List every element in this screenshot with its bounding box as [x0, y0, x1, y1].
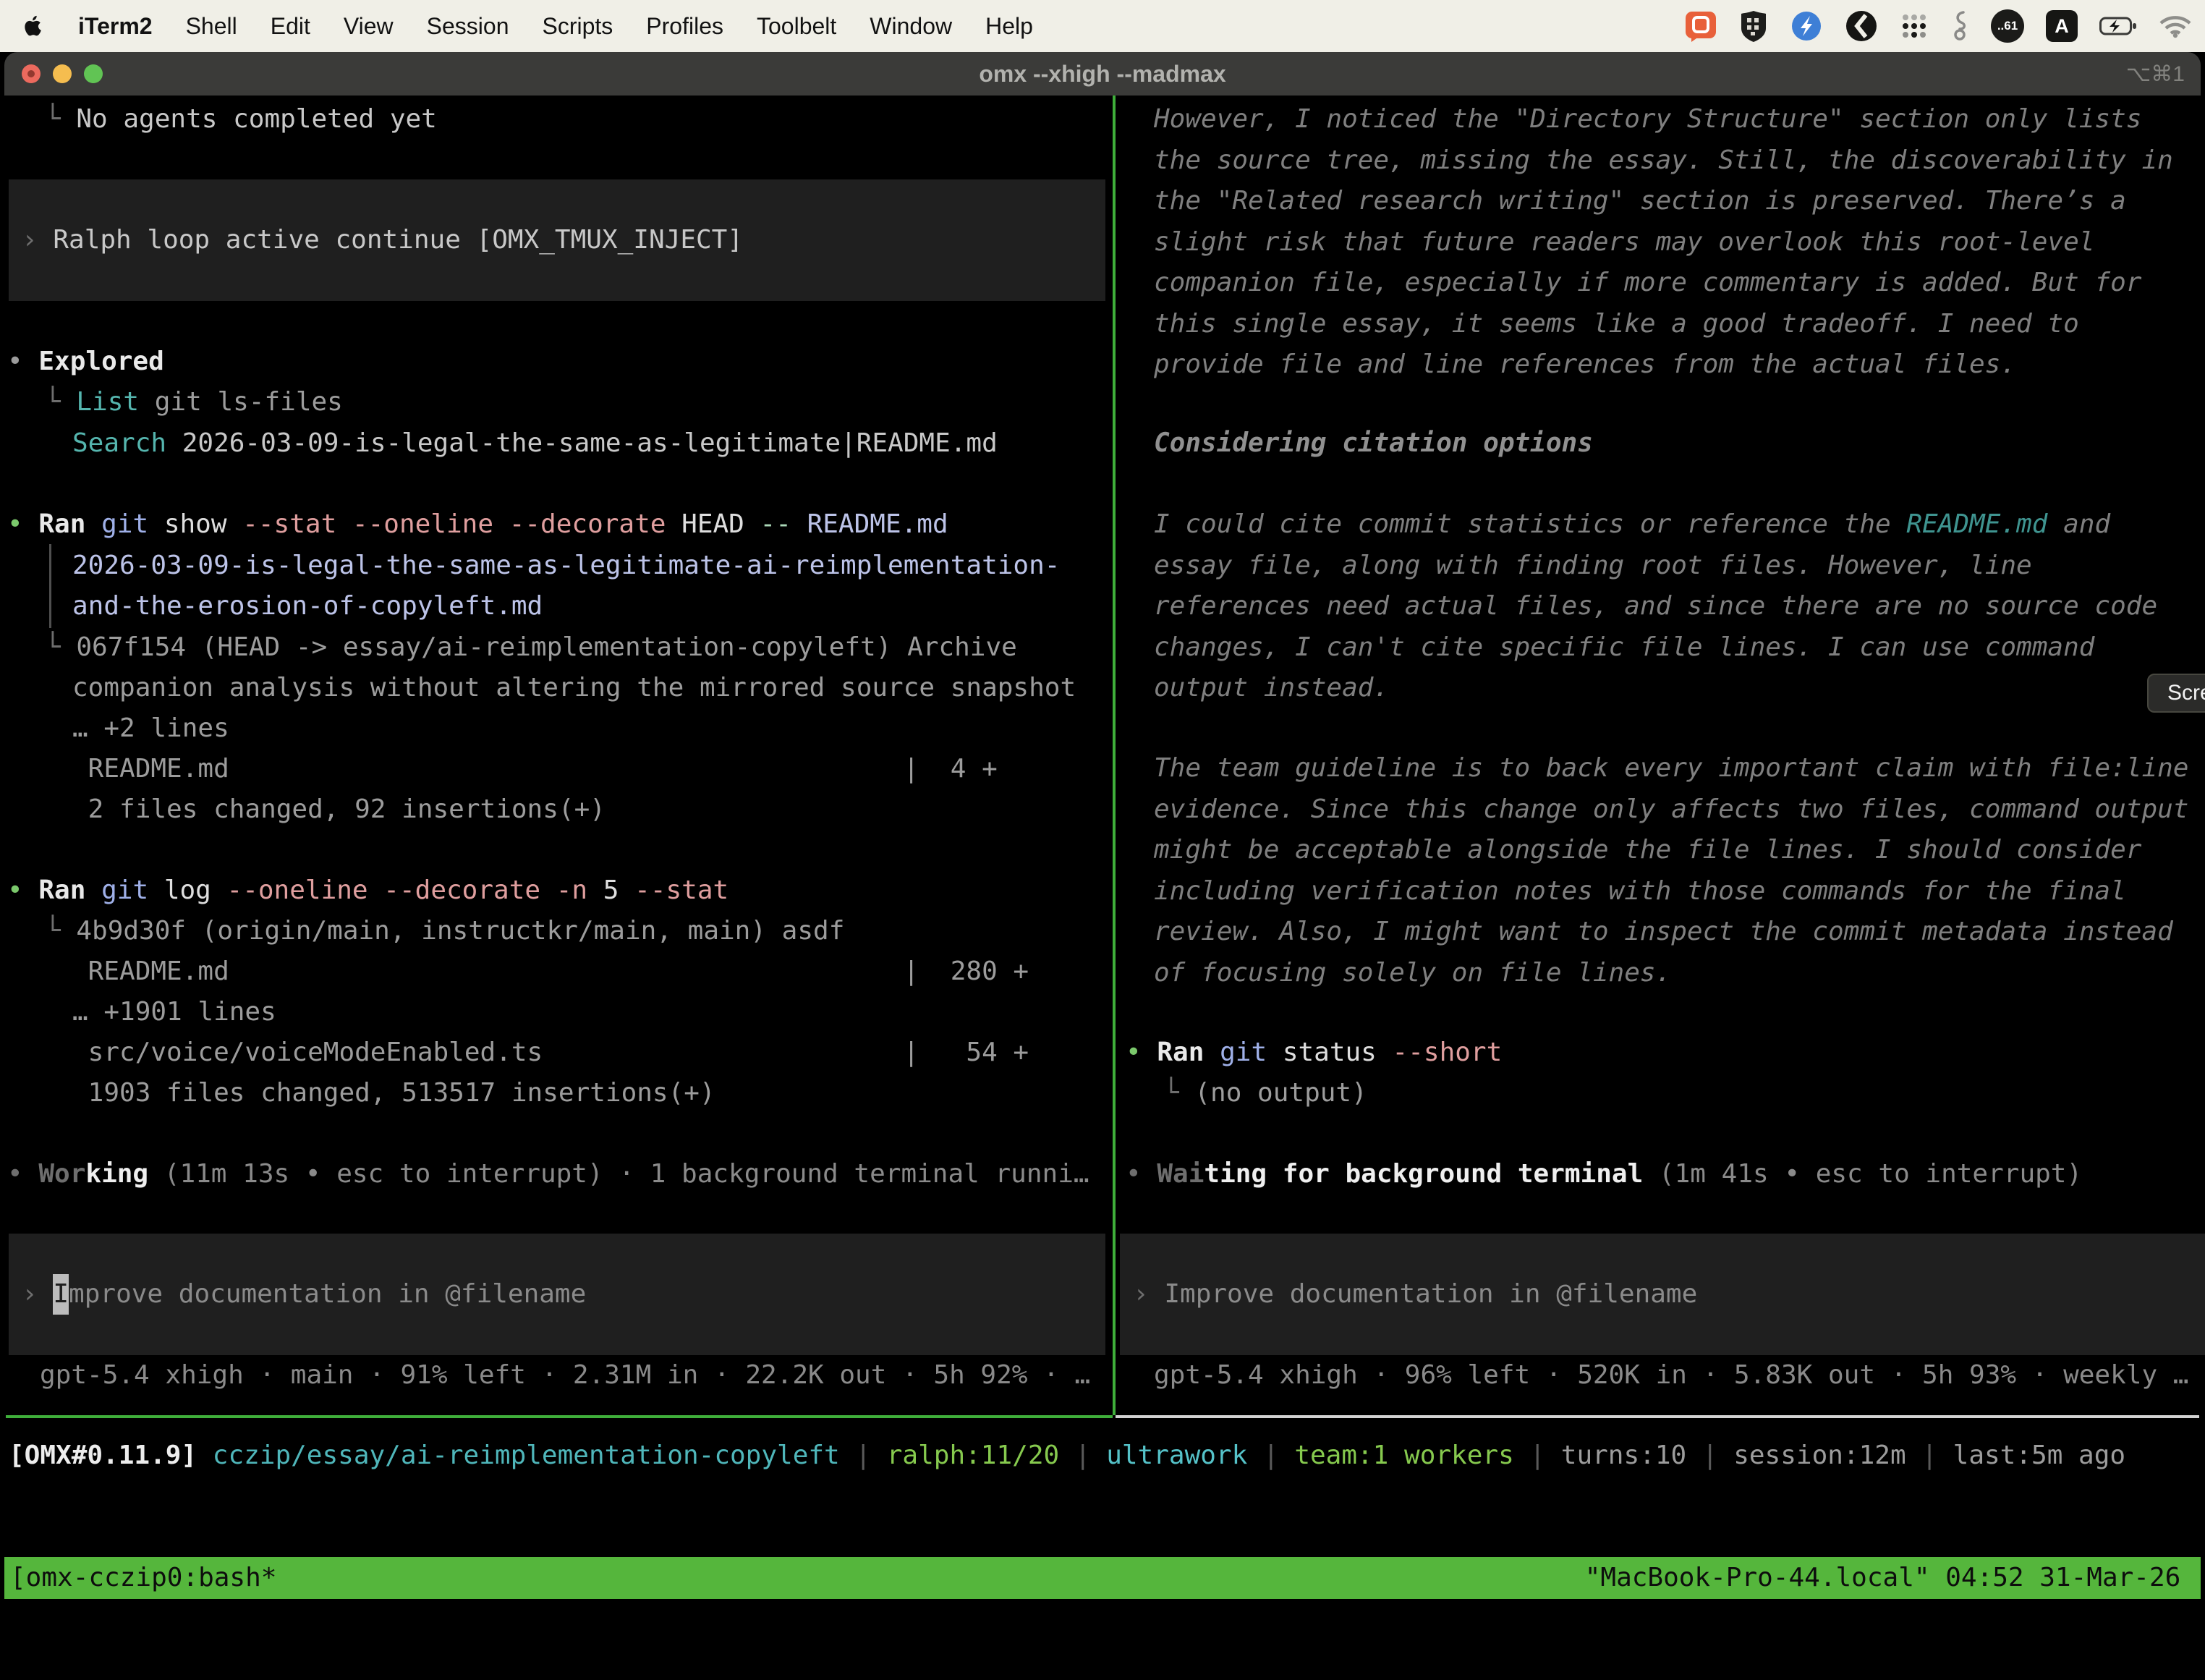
chat-icon[interactable] [1684, 9, 1717, 43]
show-out-3: … +2 lines [72, 708, 229, 750]
menu-item-edit[interactable]: Edit [271, 13, 310, 40]
ran-git-show-line: • Ran git show --stat --oneline --decora… [7, 504, 948, 546]
screen-tooltip: Scre [2147, 674, 2205, 713]
show-out-2: companion analysis without altering the … [72, 668, 1076, 709]
omx-branch: cczip/essay/ai-reimplementation-copyleft [213, 1441, 840, 1470]
tmux-session-window[interactable]: [omx-cczip0:bash* [10, 1558, 276, 1599]
log-out-4: src/voice/voiceModeEnabled.ts | 54 + [72, 1032, 1029, 1074]
tmux-pane-divider[interactable] [1113, 96, 1116, 1415]
wifi-icon[interactable] [2159, 14, 2192, 38]
tmux-hborder-inactive [1116, 1415, 2199, 1418]
menu-item-profiles[interactable]: Profiles [646, 13, 723, 40]
thinking-paragraph-3: The team guideline is to back every impo… [1154, 748, 2188, 993]
dark-circle-chevron-icon[interactable] [1845, 9, 1878, 43]
working-status-line: • Working (11m 13s • esc to interrupt) ·… [7, 1154, 1089, 1195]
tree-corner: └ [45, 632, 76, 662]
tmux-hborder-active [6, 1415, 1113, 1418]
thinking-paragraph-2: I could cite commit statistics or refere… [1154, 504, 2157, 709]
timer-badge-icon[interactable]: ..61 [1991, 9, 2024, 43]
explored-header: • Explored [7, 341, 164, 383]
omx-ralph: ralph:11/20 [887, 1441, 1059, 1470]
thinking-paragraph-1: However, I noticed the "Directory Struct… [1154, 99, 2173, 386]
thinking-heading: Considering citation options [1154, 423, 1593, 464]
timer-badge-label: ..61 [1997, 19, 2018, 33]
bullet: • [1126, 1159, 1142, 1189]
show-arg-line-2: and-the-erosion-of-copyleft.md [72, 586, 543, 627]
bullet: • [7, 1159, 23, 1189]
bullet: • [7, 875, 23, 905]
log-out-1: └ 4b9d30f (origin/main, instructkr/main,… [45, 911, 844, 952]
input-source-label: A [2055, 15, 2069, 38]
left-model-status: gpt-5.4 xhigh · main · 91% left · 2.31M … [40, 1355, 1090, 1396]
omx-session: session:12m [1733, 1441, 1906, 1470]
bullet: • [7, 509, 23, 539]
tree-corner: └ [45, 387, 76, 417]
tree-corner: └ [45, 104, 76, 134]
omx-turns: turns:10 [1561, 1441, 1686, 1470]
menu-item-window[interactable]: Window [870, 13, 952, 40]
menu-item-session[interactable]: Session [427, 13, 509, 40]
left-input-placeholder: mprove documentation in @filename [69, 1274, 586, 1315]
log-out-5: 1903 files changed, 513517 insertions(+) [72, 1073, 715, 1114]
waiting-status-line: • Waiting for background terminal (1m 41… [1126, 1154, 2082, 1195]
tree-vline [49, 544, 51, 628]
menu-item-view[interactable]: View [344, 13, 394, 40]
omx-version: [OMX#0.11.9] [9, 1441, 213, 1470]
omx-mode: ultrawork [1106, 1441, 1247, 1470]
menu-bar: iTerm2 Shell Edit View Session Scripts P… [0, 0, 2205, 52]
ran-git-log-line: • Ran git log --oneline --decorate -n 5 … [7, 870, 728, 912]
show-arg-line-1: 2026-03-09-is-legal-the-same-as-legitima… [72, 546, 1060, 587]
window-shortcut: ⌥⌘1 [2126, 52, 2185, 96]
tmux-host-clock: "MacBook-Pro-44.local" 04:52 31-Mar-26 [1585, 1558, 2196, 1599]
battery-icon[interactable] [2099, 16, 2137, 36]
show-out-1: └ 067f154 (HEAD -> essay/ai-reimplementa… [45, 627, 1017, 669]
prompt-chevron: › [22, 1274, 53, 1315]
agents-note: └ No agents completed yet [45, 99, 437, 140]
menu-item-iterm2[interactable]: iTerm2 [78, 13, 153, 40]
right-input-placeholder: Improve documentation in @filename [1164, 1274, 1697, 1315]
input-source-icon[interactable]: A [2046, 10, 2078, 42]
badge-bolt-icon[interactable] [1790, 9, 1823, 43]
ran-git-status-line: • Ran git status --short [1126, 1032, 1502, 1074]
apple-icon[interactable] [22, 12, 45, 40]
explored-search-line: Search 2026-03-09-is-legal-the-same-as-l… [72, 423, 998, 464]
inject-prompt-text: Ralph loop active continue [OMX_TMUX_INJ… [53, 220, 743, 261]
omx-status-line: [OMX#0.11.9] cczip/essay/ai-reimplementa… [9, 1435, 2125, 1477]
left-input-box[interactable]: › Improve documentation in @filename [9, 1234, 1105, 1355]
menu-status-icons: ..61 A [1684, 9, 2205, 43]
menu-item-shell[interactable]: Shell [186, 13, 237, 40]
window-title: omx --xhigh --madmax [4, 52, 2201, 96]
show-out-5: 2 files changed, 92 insertions(+) [72, 789, 606, 831]
readme-link[interactable]: README.md [1906, 509, 2047, 539]
explored-list-line: └ List git ls-files [45, 382, 343, 423]
menu-item-scripts[interactable]: Scripts [542, 13, 613, 40]
tree-corner: └ [45, 916, 76, 946]
log-out-3: … +1901 lines [72, 992, 276, 1033]
bullet: • [7, 347, 23, 376]
menu-items: iTerm2 Shell Edit View Session Scripts P… [0, 12, 1033, 40]
tree-corner: └ [1163, 1078, 1194, 1108]
status-no-output: └ (no output) [1163, 1073, 1367, 1114]
bullet: • [1126, 1038, 1142, 1067]
text-cursor: I [53, 1274, 69, 1315]
menu-item-help[interactable]: Help [985, 13, 1033, 40]
right-input-box[interactable]: › Improve documentation in @filename [1120, 1234, 2205, 1355]
omx-last: last:5m ago [1953, 1441, 2125, 1470]
tmux-status-bar: [omx-cczip0:bash* "MacBook-Pro-44.local"… [4, 1557, 2201, 1599]
shield-grid-icon[interactable] [1739, 9, 1768, 43]
menu-item-toolbelt[interactable]: Toolbelt [757, 13, 836, 40]
prompt-chevron: › [1133, 1274, 1164, 1315]
dots-grid-icon[interactable] [1900, 12, 1929, 41]
right-model-status: gpt-5.4 xhigh · 96% left · 520K in · 5.8… [1154, 1355, 2188, 1396]
hook-icon[interactable] [1950, 9, 1969, 43]
prompt-chevron: › [22, 220, 53, 261]
title-bar: omx --xhigh --madmax ⌥⌘1 [4, 52, 2201, 96]
inject-prompt-box[interactable]: › Ralph loop active continue [OMX_TMUX_I… [9, 179, 1105, 301]
omx-team: team:1 workers [1294, 1441, 1513, 1470]
log-out-2: README.md | 280 + [72, 951, 1029, 993]
show-out-4: README.md | 4 + [72, 749, 998, 790]
